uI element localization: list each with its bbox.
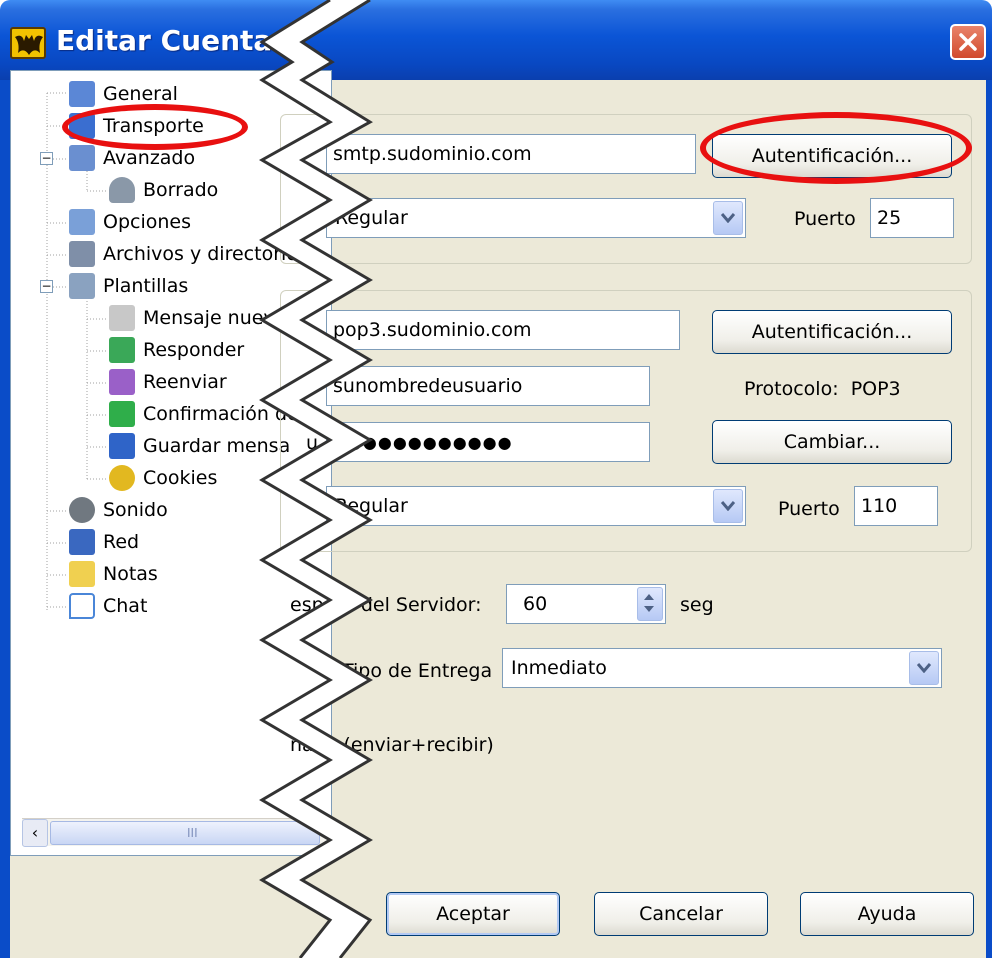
advanced-icon (69, 145, 95, 171)
tree-item-label: Borrado (143, 179, 219, 201)
tree-item-label: Plantillas (103, 275, 189, 297)
tree-item-mensaje-nuevo[interactable]: Mensaje nuev (109, 303, 275, 333)
tree-item-label: Cookies (143, 467, 218, 489)
password-label: u (306, 432, 319, 454)
password-input[interactable]: ●●●●●●●●●●●● (326, 422, 650, 462)
help-button[interactable]: Ayuda (800, 892, 974, 936)
delivery-type-select[interactable]: Inmediato (502, 648, 942, 688)
chevron-down-icon[interactable] (713, 489, 743, 523)
window-frame-left (0, 80, 10, 958)
tree-item-reenviar[interactable]: Reenviar (109, 367, 227, 397)
spin-updown-icon[interactable] (637, 587, 663, 621)
tree-item-chat[interactable]: Chat (69, 591, 147, 621)
smtp-port-label: Puerto (794, 208, 856, 230)
protocol-label: Protocolo: POP3 (744, 378, 901, 400)
chevron-down-icon[interactable] (713, 201, 743, 235)
options-icon (69, 209, 95, 235)
smtp-server-input[interactable]: smtp.sudominio.com (326, 134, 696, 174)
tree-item-red[interactable]: Red (69, 527, 139, 557)
general-icon (69, 81, 95, 107)
change-password-button[interactable]: Cambiar... (712, 420, 952, 464)
tree-item-cookies[interactable]: Cookies (109, 463, 217, 493)
tree-collapse-avanzado[interactable]: − (40, 152, 53, 165)
timeout-label: espera del Servidor: (290, 594, 482, 616)
tree-item-responder[interactable]: Responder (109, 335, 244, 365)
pop-port-label: Puerto (778, 498, 840, 520)
reply-icon (109, 337, 135, 363)
tree-item-notas[interactable]: Notas (69, 559, 158, 589)
title-bar[interactable]: Editar Cuenta (0, 0, 992, 80)
tree-horizontal-scrollbar[interactable]: ‹ III (22, 818, 332, 847)
tree-item-opciones[interactable]: Opciones (69, 207, 191, 237)
close-icon (959, 33, 977, 51)
tree-item-label: Chat (103, 595, 148, 617)
tree-collapse-plantillas[interactable]: − (40, 280, 53, 293)
scroll-left-button[interactable]: ‹ (22, 819, 48, 847)
tree-item-label: Sonido (103, 499, 168, 521)
trash-icon (109, 177, 135, 203)
scroll-thumb[interactable]: III (50, 821, 320, 845)
sound-icon (69, 497, 95, 523)
tree-item-guardar[interactable]: Guardar mensa (109, 431, 290, 461)
tree-item-sonido[interactable]: Sonido (69, 495, 168, 525)
confirm-icon (109, 401, 135, 427)
pop-port-input[interactable]: 110 (854, 486, 938, 526)
timeout-unit: seg (680, 594, 714, 616)
protocol-value: POP3 (850, 378, 901, 400)
chevron-down-icon[interactable] (909, 651, 939, 685)
cancel-button[interactable]: Cancelar (594, 892, 768, 936)
save-icon (109, 433, 135, 459)
pop-server-input[interactable]: pop3.sudominio.com (326, 310, 680, 350)
network-icon (69, 529, 95, 555)
auth-highlight-circle (700, 112, 972, 184)
timeout-spinbox[interactable]: 60 (506, 584, 666, 624)
combined-option-label: nado (enviar+recibir) (290, 734, 494, 756)
pop-server-label: eo (290, 320, 314, 342)
templates-icon (69, 273, 95, 299)
cookie-icon (109, 465, 135, 491)
tree-item-label: Reenviar (143, 371, 227, 393)
new-message-icon (109, 305, 135, 331)
tree-item-label: Notas (103, 563, 158, 585)
pop-security-value: Regular (335, 495, 408, 517)
window-title: Editar Cuenta (56, 24, 273, 57)
forward-icon (109, 369, 135, 395)
transporte-highlight-circle (62, 104, 248, 150)
tree-item-archivos[interactable]: Archivos y directorios (69, 239, 308, 269)
tree-item-label: Guardar mensa (143, 435, 291, 457)
window-frame-right (986, 80, 992, 958)
smtp-security-value: Regular (335, 207, 408, 229)
tree-item-label: Opciones (103, 211, 191, 233)
scroll-grip: III (187, 826, 198, 840)
protocol-label-text: Protocolo: (744, 378, 839, 400)
smtp-security-select[interactable]: Regular (326, 198, 746, 238)
tree-item-label: Mensaje nuev (143, 307, 275, 329)
timeout-value: 60 (523, 593, 548, 615)
app-bat-icon (10, 27, 46, 59)
tree-item-label: Red (103, 531, 140, 553)
tree-item-label: Responder (143, 339, 245, 361)
delivery-value: Inmediato (511, 657, 607, 679)
pop-auth-button[interactable]: Autentificación... (712, 310, 952, 354)
tree-item-borrado[interactable]: Borrado (109, 175, 218, 205)
files-icon (69, 241, 95, 267)
smtp-port-input[interactable]: 25 (870, 198, 954, 238)
tree-item-label: Avanzado (103, 147, 196, 169)
tree-item-label: General (103, 83, 178, 105)
delivery-label: Tipo de Entrega (342, 660, 493, 682)
username-input[interactable]: sunombredeusuario (326, 366, 650, 406)
pop-security-select[interactable]: Regular (326, 486, 746, 526)
close-button[interactable] (950, 24, 986, 60)
chat-icon (69, 593, 95, 619)
ok-button[interactable]: Aceptar (386, 892, 560, 936)
notes-icon (69, 561, 95, 587)
tree-item-plantillas[interactable]: Plantillas (69, 271, 188, 301)
tree-item-label: Archivos y directorios (103, 243, 308, 265)
